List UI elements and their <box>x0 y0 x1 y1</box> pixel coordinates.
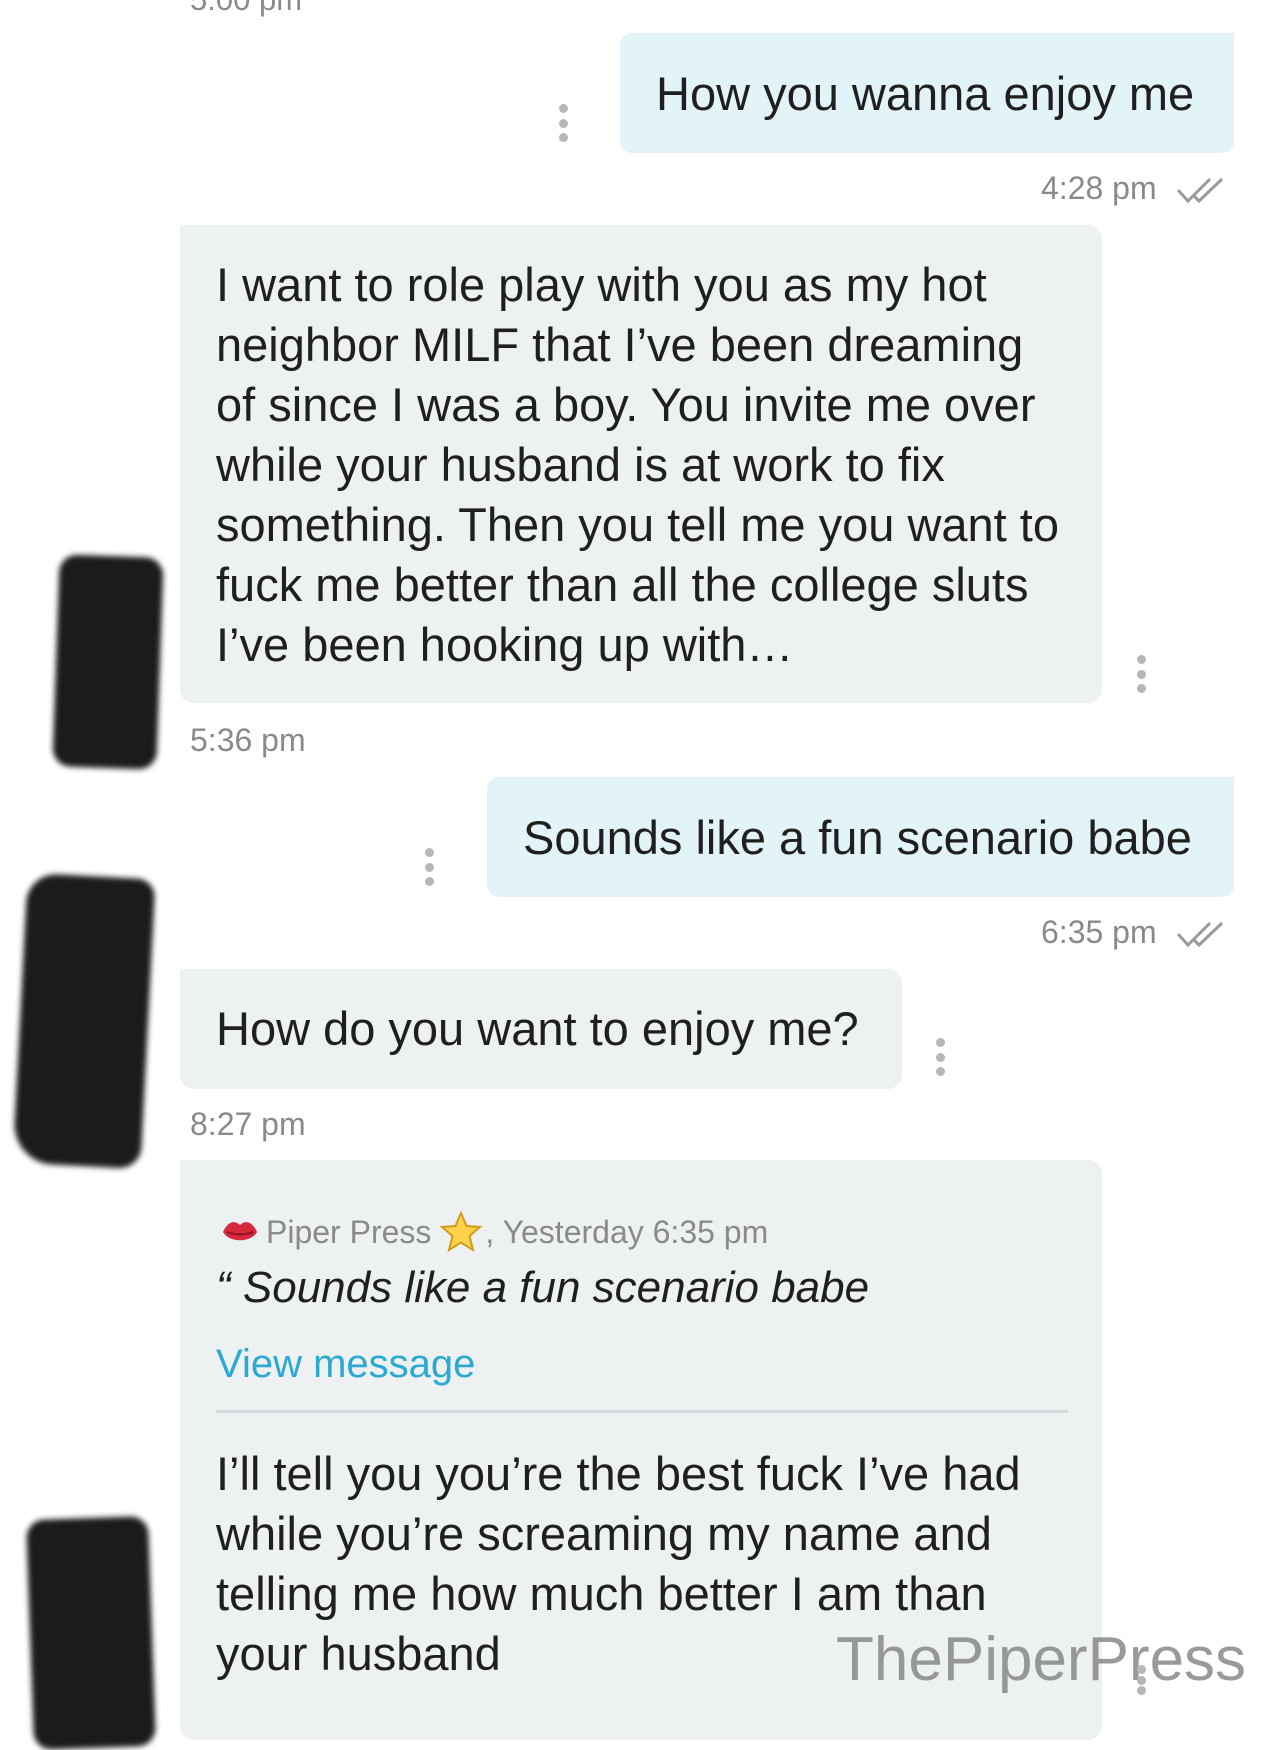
view-message-link[interactable]: View message <box>216 1334 475 1394</box>
more-vertical-icon[interactable] <box>1136 1665 1146 1695</box>
quote-header: Piper Press , Yesterday 6:35 pm <box>220 1202 768 1262</box>
incoming-message-bubble[interactable]: How do you want to enjoy me? <box>180 969 902 1089</box>
star-icon <box>439 1211 483 1253</box>
outgoing-message-bubble[interactable]: Sounds like a fun scenario babe <box>487 777 1234 897</box>
message-time: 8:27 pm <box>190 1106 306 1142</box>
incoming-message-bubble[interactable]: I want to role play with you as my hot n… <box>180 225 1102 703</box>
avatar[interactable] <box>26 1515 156 1750</box>
double-check-icon <box>1176 177 1223 203</box>
message-time: 5:36 pm <box>190 722 306 758</box>
message-time: 4:28 pm <box>1041 170 1157 206</box>
quote-sender: Piper Press <box>266 1214 432 1250</box>
message-text: Sounds like a fun scenario babe <box>523 810 1192 864</box>
avatar[interactable] <box>52 554 164 770</box>
double-check-icon <box>1176 921 1223 947</box>
outgoing-message-bubble[interactable]: How you wanna enjoy me <box>620 33 1234 153</box>
top-timestamp: 5:00 pm <box>190 0 302 18</box>
more-vertical-icon[interactable] <box>1136 655 1146 693</box>
message-text: How do you want to enjoy me? <box>216 1002 859 1055</box>
more-vertical-icon[interactable] <box>558 104 568 142</box>
more-vertical-icon[interactable] <box>424 848 434 886</box>
avatar[interactable] <box>12 872 156 1170</box>
quote-divider <box>216 1410 1068 1413</box>
more-vertical-icon[interactable] <box>935 1038 945 1076</box>
message-meta: 4:28 pm <box>1041 170 1232 207</box>
message-time: 6:35 pm <box>1041 914 1157 950</box>
quote-text: “ Sounds like a fun scenario babe <box>216 1263 870 1312</box>
message-meta: 6:35 pm <box>1041 914 1232 951</box>
message-text: How you wanna enjoy me <box>656 66 1195 120</box>
message-text: I want to role play with you as my hot n… <box>216 258 1059 671</box>
watermark: ThePiperPress <box>836 1625 1247 1694</box>
lips-icon <box>223 1222 257 1241</box>
quote-time: , Yesterday 6:35 pm <box>485 1214 769 1250</box>
